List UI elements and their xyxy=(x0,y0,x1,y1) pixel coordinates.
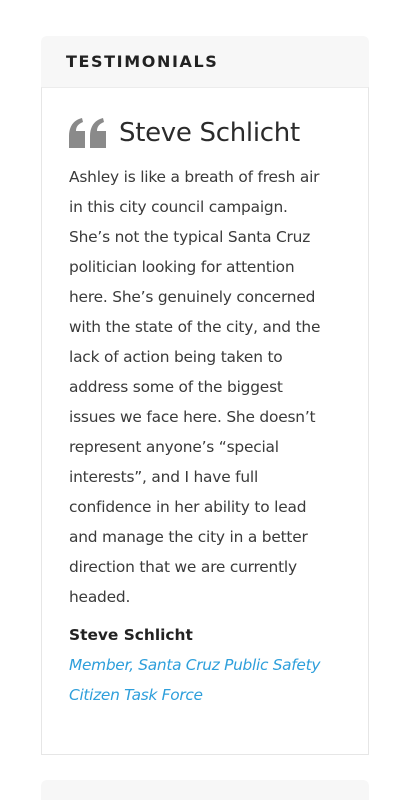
testimonial-author-role-link[interactable]: Member, Santa Cruz Public Safety Citizen… xyxy=(69,650,342,710)
quote-line: and manage the city in a better xyxy=(69,528,308,546)
widget-title: TESTIMONIALS xyxy=(66,52,219,71)
testimonial-card: Steve Schlicht Ashley is like a breath o… xyxy=(41,87,369,755)
testimonial-quote: Ashley is like a breath of fresh air in … xyxy=(69,162,342,612)
quote-line: headed. xyxy=(69,588,131,606)
testimonial-heading-row: Steve Schlicht xyxy=(69,116,342,150)
testimonials-widget: TESTIMONIALS Steve Schlicht Ashley is li… xyxy=(41,36,369,755)
quote-line: Ashley is like a breath of fresh air xyxy=(69,168,320,186)
quote-icon xyxy=(69,118,107,148)
quote-line: lack of action being taken to xyxy=(69,348,283,366)
quote-line: issues we face here. She doesn’t xyxy=(69,408,316,426)
quote-line: with the state of the city, and the xyxy=(69,318,321,336)
quote-line: represent anyone’s “special xyxy=(69,438,279,456)
quote-line: direction that we are currently xyxy=(69,558,297,576)
testimonial-author-name: Steve Schlicht xyxy=(69,626,193,644)
quote-line: interests”, and I have full xyxy=(69,468,259,486)
author-role-line: Member, Santa Cruz Public Safety xyxy=(69,656,321,674)
next-widget-header xyxy=(41,780,369,800)
testimonial-author-heading: Steve Schlicht xyxy=(119,118,300,148)
quote-line: She’s not the typical Santa Cruz xyxy=(69,228,311,246)
quote-line: here. She’s genuinely concerned xyxy=(69,288,316,306)
quote-line: address some of the biggest xyxy=(69,378,283,396)
quote-line: confidence in her ability to lead xyxy=(69,498,307,516)
widget-header: TESTIMONIALS xyxy=(41,36,369,87)
author-role-line: Citizen Task Force xyxy=(69,686,203,704)
quote-line: politician looking for attention xyxy=(69,258,295,276)
quote-line: in this city council campaign. xyxy=(69,198,288,216)
